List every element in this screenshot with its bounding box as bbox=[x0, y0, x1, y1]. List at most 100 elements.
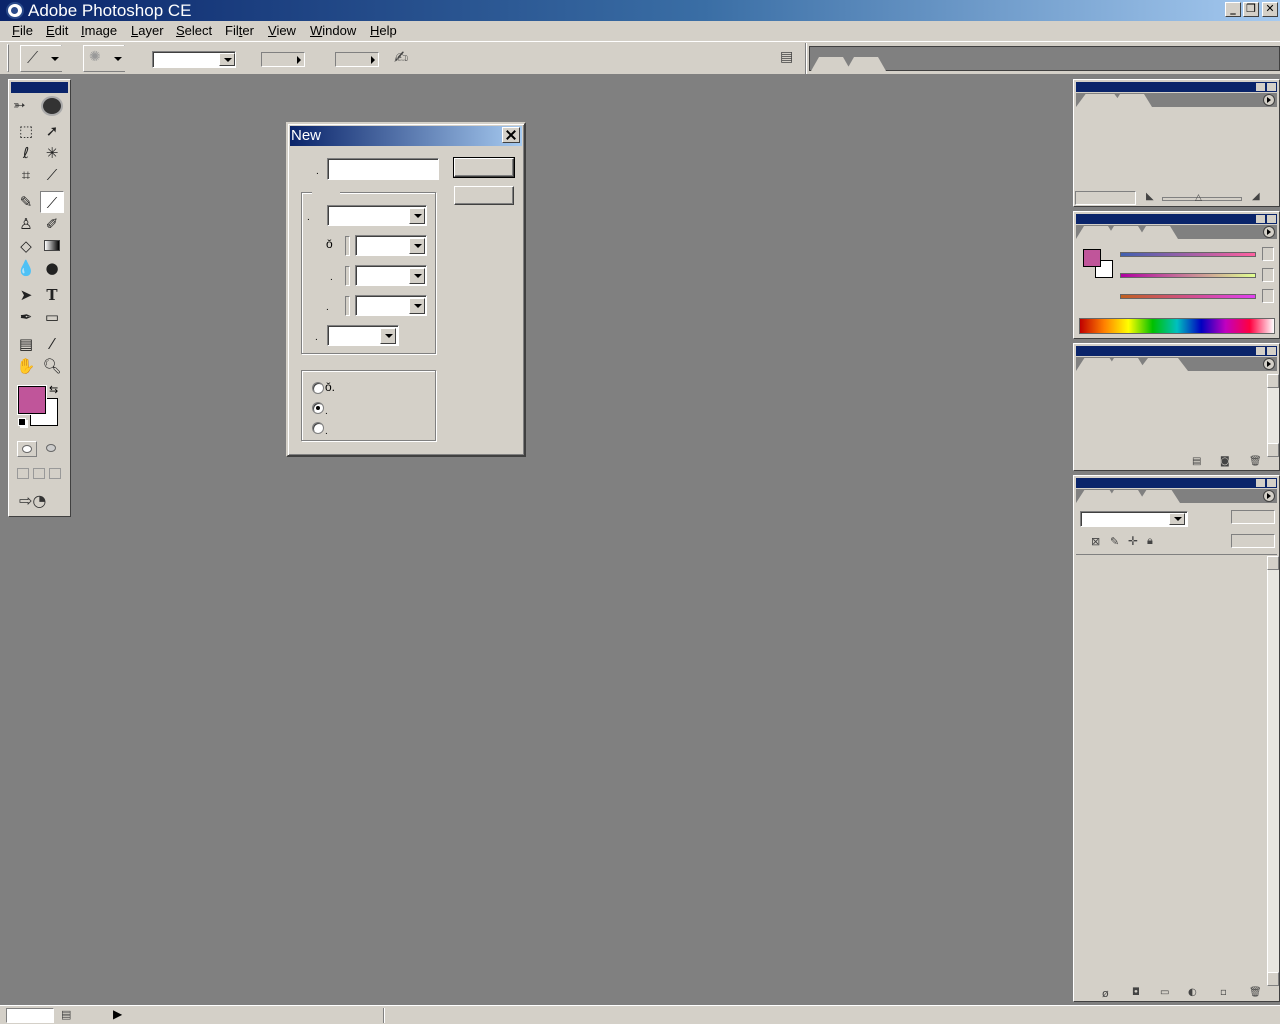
new-snapshot-icon[interactable]: ▤ bbox=[1192, 456, 1201, 467]
zoom-field[interactable] bbox=[1075, 191, 1136, 205]
palette-header[interactable] bbox=[1076, 346, 1277, 356]
contents-radio-background[interactable] bbox=[312, 402, 324, 414]
delete-layer-icon[interactable]: 🗑︎ bbox=[1249, 987, 1262, 998]
menu-image[interactable]: Image bbox=[81, 23, 117, 38]
palette-close-icon[interactable] bbox=[1267, 347, 1276, 355]
path-select-tool[interactable]: ➤ bbox=[14, 284, 38, 306]
dodge-tool[interactable]: ● bbox=[40, 257, 64, 279]
color-ramp[interactable] bbox=[1079, 318, 1275, 334]
palette-well-tab-2[interactable] bbox=[846, 57, 886, 71]
width-unit-dropdown-arrow[interactable] bbox=[409, 238, 425, 254]
resolution-spin[interactable] bbox=[345, 296, 350, 316]
color-fg-swatch[interactable] bbox=[1083, 249, 1101, 267]
layer-style-icon[interactable]: ø bbox=[1102, 987, 1109, 1000]
photoshop-app-icon[interactable] bbox=[6, 2, 24, 19]
jump-to-imageready-button[interactable]: ⇨◔ bbox=[17, 491, 63, 511]
lock-transparency-icon[interactable]: ⊠ bbox=[1091, 535, 1100, 548]
palette-close-icon[interactable] bbox=[1267, 215, 1276, 223]
marquee-tool[interactable]: ⬚ bbox=[14, 120, 38, 142]
scroll-down-button[interactable] bbox=[1267, 972, 1279, 986]
new-layer-icon[interactable]: ▫ bbox=[1220, 987, 1227, 998]
document-info-icon[interactable]: ▤ bbox=[61, 1008, 71, 1021]
palette-toggle-icon[interactable]: ▤ bbox=[780, 49, 793, 65]
camera-icon[interactable]: ◙ bbox=[1220, 456, 1230, 467]
eraser-tool[interactable]: ◇ bbox=[14, 235, 38, 257]
menu-edit[interactable]: Edit bbox=[46, 23, 68, 38]
opacity-field[interactable] bbox=[261, 52, 305, 67]
status-zoom-field[interactable] bbox=[6, 1008, 54, 1023]
palette-well-tab-1[interactable] bbox=[811, 57, 851, 71]
name-input[interactable] bbox=[327, 158, 439, 180]
add-mask-icon[interactable]: ◘ bbox=[1132, 987, 1140, 998]
palette-minimize-icon[interactable] bbox=[1256, 83, 1265, 91]
contents-radio-transparent[interactable] bbox=[312, 422, 324, 434]
palette-close-icon[interactable] bbox=[1267, 479, 1276, 487]
menu-filter[interactable]: Filter bbox=[225, 23, 254, 38]
layer-opacity-field[interactable] bbox=[1231, 510, 1275, 524]
flow-arrow[interactable] bbox=[366, 53, 378, 66]
slice-tool[interactable]: ⟋ bbox=[40, 164, 64, 186]
airbrush-icon[interactable]: ✍ bbox=[394, 48, 408, 68]
scroll-up-button[interactable] bbox=[1267, 374, 1279, 388]
palette-close-icon[interactable] bbox=[1267, 83, 1276, 91]
palette-header[interactable] bbox=[1076, 478, 1277, 488]
hand-tool[interactable]: ✋ bbox=[14, 355, 38, 377]
type-tool[interactable]: T bbox=[40, 284, 64, 306]
gradient-tool[interactable] bbox=[40, 235, 64, 257]
height-spin[interactable] bbox=[345, 266, 350, 286]
scroll-up-button[interactable] bbox=[1267, 556, 1279, 570]
menu-layer[interactable]: Layer bbox=[131, 23, 164, 38]
height-unit-dropdown-arrow[interactable] bbox=[409, 268, 425, 284]
lock-image-icon[interactable]: ✎ bbox=[1110, 535, 1119, 548]
clone-stamp-tool[interactable]: ♙ bbox=[14, 213, 38, 235]
lock-position-icon[interactable]: ✛ bbox=[1128, 534, 1138, 548]
width-spin[interactable] bbox=[345, 236, 350, 256]
brush-picker[interactable]: ✺ bbox=[83, 45, 126, 72]
tab-paths[interactable] bbox=[1138, 490, 1180, 503]
blend-mode-dropdown-arrow[interactable] bbox=[1169, 513, 1185, 525]
magic-wand-tool[interactable]: ✳ bbox=[40, 142, 64, 164]
resolution-unit-dropdown-arrow[interactable] bbox=[409, 298, 425, 314]
red-slider[interactable] bbox=[1120, 252, 1256, 257]
lock-all-icon[interactable]: 🔒︎ bbox=[1147, 534, 1153, 548]
lasso-tool[interactable]: ℓ bbox=[14, 142, 38, 164]
swap-colors-icon[interactable]: ⇆ bbox=[49, 383, 58, 396]
crop-tool[interactable]: ⌗ bbox=[14, 164, 38, 186]
foreground-color-swatch[interactable] bbox=[18, 386, 46, 414]
zoom-in-icon[interactable]: ◢ bbox=[1252, 191, 1260, 202]
scroll-down-button[interactable] bbox=[1267, 443, 1279, 457]
healing-brush-tool[interactable]: ✎ bbox=[14, 191, 38, 213]
palette-menu-icon[interactable] bbox=[1263, 94, 1275, 106]
menu-window[interactable]: Window bbox=[310, 23, 356, 38]
brush-dropdown-arrow[interactable] bbox=[110, 46, 126, 71]
tab-styles[interactable] bbox=[1138, 226, 1178, 239]
options-grip[interactable] bbox=[7, 44, 9, 72]
close-button[interactable]: ✕ bbox=[1262, 2, 1278, 17]
dialog-close-button[interactable] bbox=[502, 127, 520, 143]
palette-menu-icon[interactable] bbox=[1263, 358, 1275, 370]
minimize-button[interactable]: _ bbox=[1225, 2, 1241, 17]
mode-select[interactable] bbox=[152, 51, 236, 68]
shape-tool[interactable]: ▭ bbox=[40, 306, 64, 328]
restore-button[interactable]: ❐ bbox=[1243, 2, 1259, 17]
pen-tool[interactable]: ✒ bbox=[14, 306, 38, 328]
standard-screen-mode-icon[interactable] bbox=[17, 468, 29, 479]
adjustment-layer-icon[interactable]: ◐ bbox=[1188, 987, 1197, 998]
palette-header[interactable] bbox=[1076, 82, 1277, 92]
green-value[interactable] bbox=[1262, 268, 1274, 282]
history-brush-tool[interactable]: ✐ bbox=[40, 213, 64, 235]
ok-button[interactable] bbox=[453, 157, 515, 178]
preset-dropdown-arrow[interactable] bbox=[47, 46, 63, 71]
color-mode-dropdown-arrow[interactable] bbox=[380, 328, 396, 344]
move-tool[interactable]: ➚ bbox=[40, 120, 64, 142]
adobe-online-button[interactable]: ➳ bbox=[11, 95, 68, 117]
palette-header[interactable] bbox=[1076, 214, 1277, 224]
menu-help[interactable]: Help bbox=[370, 23, 397, 38]
flow-field[interactable] bbox=[335, 52, 379, 67]
notes-tool[interactable]: ▤ bbox=[14, 333, 38, 355]
layers-scrollbar[interactable] bbox=[1267, 556, 1279, 986]
opacity-arrow[interactable] bbox=[292, 53, 304, 66]
toolbox-header[interactable] bbox=[11, 82, 68, 93]
trash-icon[interactable]: 🗑︎ bbox=[1249, 456, 1262, 467]
menu-file[interactable]: File bbox=[12, 23, 33, 38]
